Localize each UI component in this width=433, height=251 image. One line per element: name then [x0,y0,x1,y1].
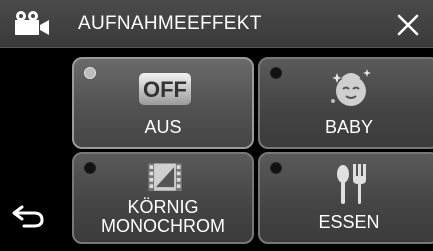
back-arrow-icon[interactable] [10,198,50,232]
option-aus-label: AUS [144,117,182,137]
close-icon[interactable] [394,11,422,39]
option-essen-button[interactable]: ESSEN [258,152,433,244]
option-label-line-2: MONOCHROM [101,216,225,236]
off-icon: OFF [139,73,191,105]
option-label-line-1: KÖRNIG [127,197,199,217]
film-monochrome-icon [148,163,182,191]
effect-option-grid: OFF AUS BABY KÖRNIG MONOCHROM ESSEN [64,48,433,251]
option-koernig-monochrom-button[interactable]: KÖRNIG MONOCHROM [72,152,254,244]
spoon-fork-icon [337,164,366,204]
radio-indicator-selected [84,67,96,79]
radio-indicator [270,162,282,174]
option-koernig-monochrom-label: KÖRNIG MONOCHROM [74,198,252,236]
header-bar: AUFNAHMEEFFEKT [0,0,433,48]
radio-indicator [84,162,96,174]
off-icon-text: OFF [143,77,187,102]
option-baby-label: BABY [324,117,374,137]
video-camera-icon [15,11,49,35]
option-baby-button[interactable]: BABY [258,57,433,149]
baby-icon [331,69,371,106]
page-title: AUFNAHMEEFFEKT [78,13,262,34]
option-essen-label: ESSEN [318,212,380,232]
sidebar [0,48,64,251]
option-aus-button[interactable]: OFF AUS [72,57,254,149]
radio-indicator [270,67,282,79]
